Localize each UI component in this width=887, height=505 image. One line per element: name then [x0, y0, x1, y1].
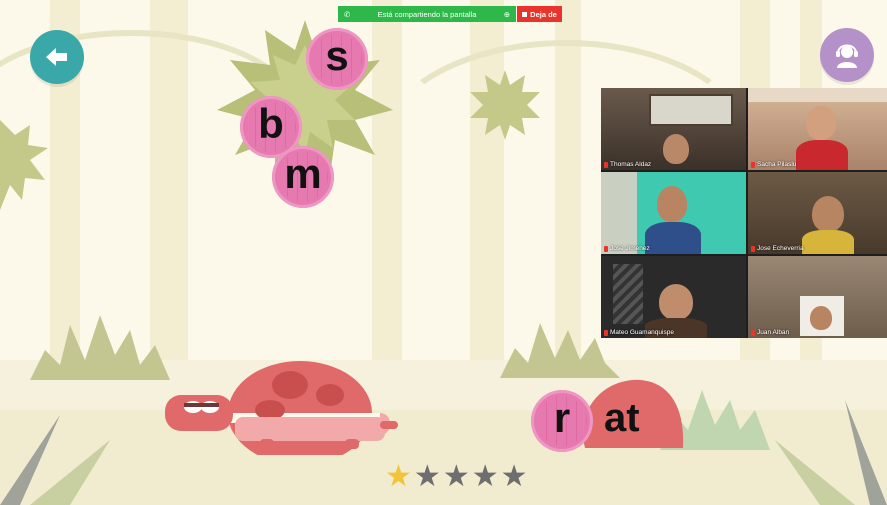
- muted-mic-icon: [604, 329, 608, 336]
- star-filled-icon: ★: [385, 460, 412, 493]
- participant-tile[interactable]: Jose Jimenez: [601, 172, 746, 254]
- star-empty-icon: ★: [500, 460, 528, 493]
- letter-choice: b: [258, 100, 284, 147]
- muted-mic-icon: [751, 245, 755, 252]
- participant-name: Jose Echeverria: [757, 245, 804, 252]
- participant-name: Mateo Guamanquispe: [610, 329, 674, 336]
- muted-mic-icon: [751, 329, 755, 336]
- selected-letter-bubble[interactable]: r: [531, 390, 593, 452]
- participant-tile[interactable]: Juan Alban: [748, 256, 887, 338]
- help-button[interactable]: [820, 28, 874, 82]
- share-settings-icon[interactable]: ⊕: [504, 10, 510, 19]
- selected-letter: r: [553, 394, 571, 441]
- participant-tile[interactable]: Sacha Pilaslu: [748, 88, 887, 170]
- word-ending: at: [604, 396, 640, 440]
- screen-share-status: Está compartiendo la pantalla: [377, 9, 477, 19]
- participant-tile[interactable]: Thomas Aldaz: [601, 88, 746, 170]
- stop-icon: [522, 11, 528, 17]
- star-empty-icon: ★: [471, 460, 499, 493]
- participant-tile[interactable]: Jose Echeverria: [748, 172, 887, 254]
- muted-mic-icon: [604, 161, 608, 168]
- muted-mic-icon: [751, 161, 755, 168]
- participant-name: Sacha Pilaslu: [757, 161, 797, 168]
- star-empty-icon: ★: [442, 460, 470, 493]
- stop-sharing-button[interactable]: Deja de: [517, 6, 562, 22]
- muted-mic-icon: [604, 245, 608, 252]
- video-call-gallery: Thomas Aldaz Sacha Pilaslu Jose Jimenez …: [601, 88, 887, 338]
- grass-bush: [30, 315, 170, 380]
- letter-choice: s: [325, 32, 349, 79]
- participant-name: Jose Jimenez: [610, 245, 650, 252]
- star-rating: ★ ★ ★ ★ ★: [385, 462, 528, 492]
- turtle: [165, 361, 398, 455]
- headset-icon: [836, 44, 858, 68]
- letter-choice: m: [284, 150, 322, 197]
- letter-choice-bubble[interactable]: m: [272, 146, 334, 208]
- phone-icon: ✆: [344, 9, 351, 19]
- stop-sharing-label: Deja de: [530, 9, 557, 19]
- letter-choice-bubble[interactable]: s: [306, 28, 368, 90]
- arrow-left-icon: [46, 48, 67, 66]
- foreground-leaf: [0, 415, 110, 505]
- participant-name: Thomas Aldaz: [610, 161, 652, 168]
- screen-share-banner: ✆ Está compartiendo la pantalla ⊕: [338, 6, 516, 22]
- back-button[interactable]: [30, 30, 84, 84]
- star-empty-icon: ★: [413, 460, 441, 493]
- participant-name: Juan Alban: [757, 329, 790, 336]
- spiky-bush: [0, 120, 48, 210]
- participant-tile[interactable]: Mateo Guamanquispe: [601, 256, 746, 338]
- foreground-leaf: [775, 400, 887, 505]
- spiky-bush: [470, 70, 540, 140]
